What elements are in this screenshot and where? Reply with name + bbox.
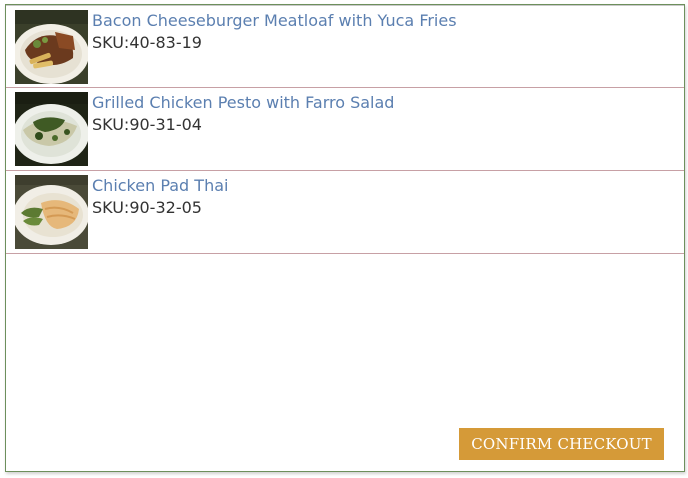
cart-item: Bacon Cheeseburger Meatloaf with Yuca Fr… bbox=[6, 5, 684, 88]
cart-item-list: Bacon Cheeseburger Meatloaf with Yuca Fr… bbox=[6, 5, 684, 254]
item-sku: SKU:40-83-19 bbox=[92, 33, 202, 52]
item-name-link[interactable]: Grilled Chicken Pesto with Farro Salad bbox=[92, 92, 676, 113]
item-sku: SKU:90-32-05 bbox=[92, 198, 202, 217]
item-name-link[interactable]: Bacon Cheeseburger Meatloaf with Yuca Fr… bbox=[92, 10, 676, 31]
item-name-link[interactable]: Chicken Pad Thai bbox=[92, 175, 676, 196]
meatloaf-dish-image[interactable] bbox=[15, 10, 88, 84]
cart-item: Chicken Pad Thai SKU:90-32-05 bbox=[6, 171, 684, 254]
confirm-checkout-button[interactable]: CONFIRM CHECKOUT bbox=[459, 428, 664, 460]
item-sku: SKU:90-31-04 bbox=[92, 115, 202, 134]
chicken-pesto-dish-image[interactable] bbox=[15, 92, 88, 166]
pad-thai-dish-image[interactable] bbox=[15, 175, 88, 249]
checkout-panel: Bacon Cheeseburger Meatloaf with Yuca Fr… bbox=[5, 4, 685, 472]
cart-item: Grilled Chicken Pesto with Farro Salad S… bbox=[6, 88, 684, 171]
